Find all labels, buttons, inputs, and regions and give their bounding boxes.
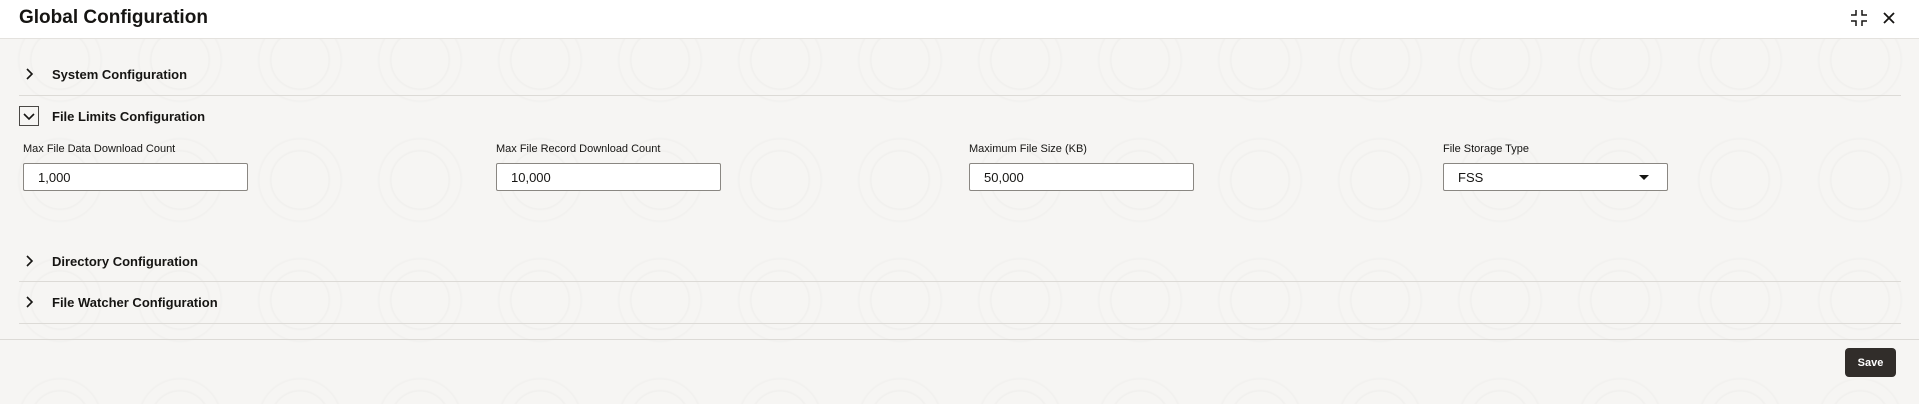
max-file-data-download-field: Max File Data Download Count xyxy=(23,142,248,191)
window-header: Global Configuration xyxy=(0,0,1919,39)
section-title: Directory Configuration xyxy=(52,253,198,269)
section-title: System Configuration xyxy=(52,66,188,82)
chevron-right-icon xyxy=(19,251,39,271)
section-file-watcher-configuration[interactable]: File Watcher Configuration xyxy=(19,289,218,315)
section-title: File Watcher Configuration xyxy=(52,294,218,310)
chevron-right-icon xyxy=(19,292,39,312)
maximum-file-size-input[interactable] xyxy=(969,163,1194,191)
field-label: File Storage Type xyxy=(1443,143,1530,155)
divider xyxy=(19,281,1901,282)
field-label: Max File Data Download Count xyxy=(23,143,176,155)
caret-down-icon xyxy=(1639,174,1649,180)
chevron-down-icon xyxy=(19,106,39,126)
file-storage-type-select[interactable]: FSS xyxy=(1443,163,1668,191)
section-directory-configuration[interactable]: Directory Configuration xyxy=(19,248,198,274)
section-title: File Limits Configuration xyxy=(52,108,206,124)
close-icon[interactable] xyxy=(1877,6,1901,30)
maximum-file-size-field: Maximum File Size (KB) xyxy=(969,142,1194,191)
chevron-right-icon xyxy=(19,64,39,84)
footer-bar: Save xyxy=(0,339,1919,404)
max-file-record-download-field: Max File Record Download Count xyxy=(496,142,721,191)
save-button[interactable]: Save xyxy=(1845,348,1896,377)
section-system-configuration[interactable]: System Configuration xyxy=(19,61,187,87)
divider xyxy=(19,95,1901,96)
configuration-content: System Configuration File Limits Configu… xyxy=(0,39,1919,339)
field-label: Maximum File Size (KB) xyxy=(969,143,1087,155)
compress-icon[interactable] xyxy=(1847,6,1871,30)
max-file-data-download-input[interactable] xyxy=(23,163,248,191)
window-controls xyxy=(1847,6,1901,30)
select-value: FSS xyxy=(1458,169,1484,185)
field-label: Max File Record Download Count xyxy=(496,143,661,155)
max-file-record-download-input[interactable] xyxy=(496,163,721,191)
section-file-limits-configuration[interactable]: File Limits Configuration xyxy=(19,103,205,129)
file-storage-type-field: File Storage Type FSS xyxy=(1443,142,1668,191)
divider xyxy=(19,323,1901,324)
page-title: Global Configuration xyxy=(19,7,208,28)
